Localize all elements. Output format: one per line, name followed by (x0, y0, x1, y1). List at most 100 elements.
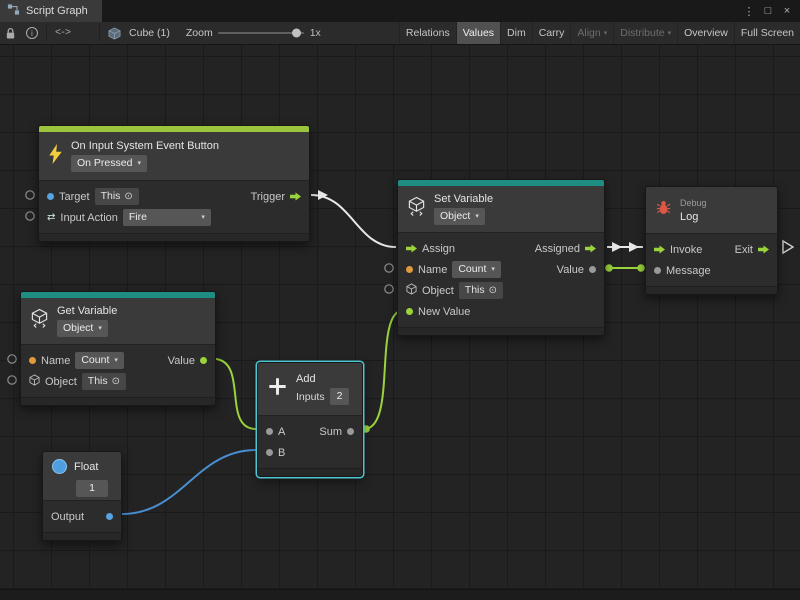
node-footer (646, 286, 777, 294)
relations-button[interactable]: Relations (399, 22, 456, 44)
dim-label: Dim (507, 27, 526, 39)
node-title: On Input System Event Button (71, 140, 219, 152)
chevron-down-icon: ▾ (604, 30, 608, 37)
b-port-label: B (278, 447, 285, 459)
variable-scope-dropdown[interactable]: Object ▾ (434, 208, 485, 225)
graph-canvas[interactable]: On Input System Event Button On Pressed … (0, 45, 800, 600)
trigger-flow-port[interactable] (290, 192, 301, 202)
chevron-down-icon: ▾ (98, 325, 102, 332)
node-on-input-system-event-button[interactable]: On Input System Event Button On Pressed … (38, 125, 310, 242)
float-header: Float 1 (43, 452, 121, 500)
zoom-slider-handle[interactable] (292, 29, 301, 38)
align-button[interactable]: Align ▾ (570, 22, 613, 44)
port-row-input-action: ⇄ Input Action Fire ▾ (39, 207, 309, 228)
chevron-down-icon: ▾ (114, 357, 118, 364)
input-action-value: Fire (129, 211, 147, 224)
port-row-b: B (258, 442, 362, 463)
exit-flow-port[interactable] (758, 245, 769, 255)
name-dropdown[interactable]: Count ▾ (75, 352, 124, 369)
variable-scope-dropdown[interactable]: Object ▾ (57, 320, 108, 337)
object-port-label: Object (45, 376, 77, 388)
exit-hollow-arrow[interactable] (783, 241, 793, 253)
object-this-chip[interactable]: This ⊙ (459, 282, 503, 299)
assign-flow-port[interactable] (406, 244, 417, 254)
a-port-icon[interactable] (266, 428, 273, 435)
node-footer (39, 233, 309, 241)
close-icon[interactable]: × (779, 3, 795, 19)
event-mode-dropdown[interactable]: On Pressed ▾ (71, 155, 147, 172)
target-this-chip[interactable]: This ⊙ (95, 188, 139, 205)
bug-icon (655, 199, 672, 221)
node-float[interactable]: Float 1 Output (42, 451, 122, 541)
port-row-target: Target This ⊙ Trigger (39, 186, 309, 207)
overview-button[interactable]: Overview (677, 22, 734, 44)
input-action-dropdown[interactable]: Fire ▾ (123, 209, 211, 226)
object-port-icon[interactable] (29, 374, 40, 389)
distribute-button[interactable]: Distribute▾ (613, 22, 677, 44)
port-row-new-value: New Value (398, 301, 604, 322)
window-titlebar: Script Graph ⋮ □ × (0, 0, 800, 22)
wire-value-to-message[interactable] (605, 264, 645, 272)
node-title: Add (296, 373, 349, 385)
inputs-count-field[interactable]: 2 (330, 388, 350, 405)
float-value-field[interactable]: 1 (76, 480, 108, 497)
zoom-slider[interactable] (218, 22, 304, 44)
message-port-icon[interactable] (654, 267, 661, 274)
b-port-icon[interactable] (266, 449, 273, 456)
lock-icon[interactable] (0, 22, 21, 44)
graph-target-label[interactable]: Cube (1) (126, 27, 176, 39)
dim-button[interactable]: Dim (500, 22, 532, 44)
value-port-icon[interactable] (589, 266, 596, 273)
get-variable-header: Get Variable Object ▾ (21, 298, 215, 344)
node-set-variable[interactable]: Set Variable Object ▾ Assign Assigned Na… (397, 179, 605, 336)
swap-arrows-icon[interactable]: <-> (50, 22, 75, 44)
chevron-down-icon: ▾ (137, 160, 141, 167)
object-port-label: Object (422, 285, 454, 297)
target-port-icon[interactable] (47, 193, 54, 200)
wire-float-to-b[interactable] (122, 450, 256, 514)
info-icon[interactable]: i (21, 22, 43, 44)
wire-getvalue-to-a[interactable] (216, 359, 256, 429)
node-get-variable[interactable]: Get Variable Object ▾ Name Count ▾ Value (20, 291, 216, 406)
align-label: Align (577, 27, 600, 39)
node-title: Set Variable (434, 193, 493, 205)
distribute-label: Distribute (620, 27, 664, 39)
input-action-port-label: Input Action (60, 212, 118, 224)
object-this-value: This (465, 284, 485, 297)
port-row-invoke: Invoke Exit (646, 239, 777, 260)
float-ports: Output (43, 500, 121, 532)
tab-script-graph[interactable]: Script Graph (0, 0, 102, 22)
get-variable-ports: Name Count ▾ Value Object This ⊙ (21, 344, 215, 397)
wire-assigned-to-invoke[interactable] (607, 242, 643, 252)
output-port-icon[interactable] (106, 513, 113, 520)
window-bottom-edge (0, 589, 800, 600)
debug-log-header: Debug Log (646, 187, 777, 233)
name-port-icon[interactable] (406, 266, 413, 273)
name-port-icon[interactable] (29, 357, 36, 364)
name-port-label: Name (41, 355, 70, 367)
carry-label: Carry (539, 27, 565, 39)
values-button[interactable]: Values (456, 22, 500, 44)
carry-button[interactable]: Carry (532, 22, 571, 44)
target-this-value: This (101, 190, 121, 203)
name-dropdown[interactable]: Count ▾ (452, 261, 501, 278)
object-this-chip[interactable]: This ⊙ (82, 373, 126, 390)
wire-trigger-to-assign[interactable] (311, 190, 396, 247)
assigned-flow-port[interactable] (585, 244, 596, 254)
sum-port-icon[interactable] (347, 428, 354, 435)
port-row-a: A Sum (258, 421, 362, 442)
object-port-icon[interactable] (406, 283, 417, 298)
invoke-flow-port[interactable] (654, 245, 665, 255)
zoom-label: Zoom (176, 27, 218, 39)
kebab-menu-icon[interactable]: ⋮ (741, 3, 757, 19)
target-picker-icon: ⊙ (124, 192, 132, 202)
sum-port-label: Sum (319, 426, 342, 438)
debug-log-ports: Invoke Exit Message (646, 233, 777, 286)
maximize-icon[interactable]: □ (760, 3, 776, 19)
fullscreen-button[interactable]: Full Screen (734, 22, 800, 44)
node-debug-log[interactable]: Debug Log Invoke Exit Message (645, 186, 778, 295)
node-footer (258, 468, 362, 476)
new-value-port-icon[interactable] (406, 308, 413, 315)
node-add[interactable]: Add Inputs 2 A Sum B (257, 362, 363, 477)
value-port-icon[interactable] (200, 357, 207, 364)
